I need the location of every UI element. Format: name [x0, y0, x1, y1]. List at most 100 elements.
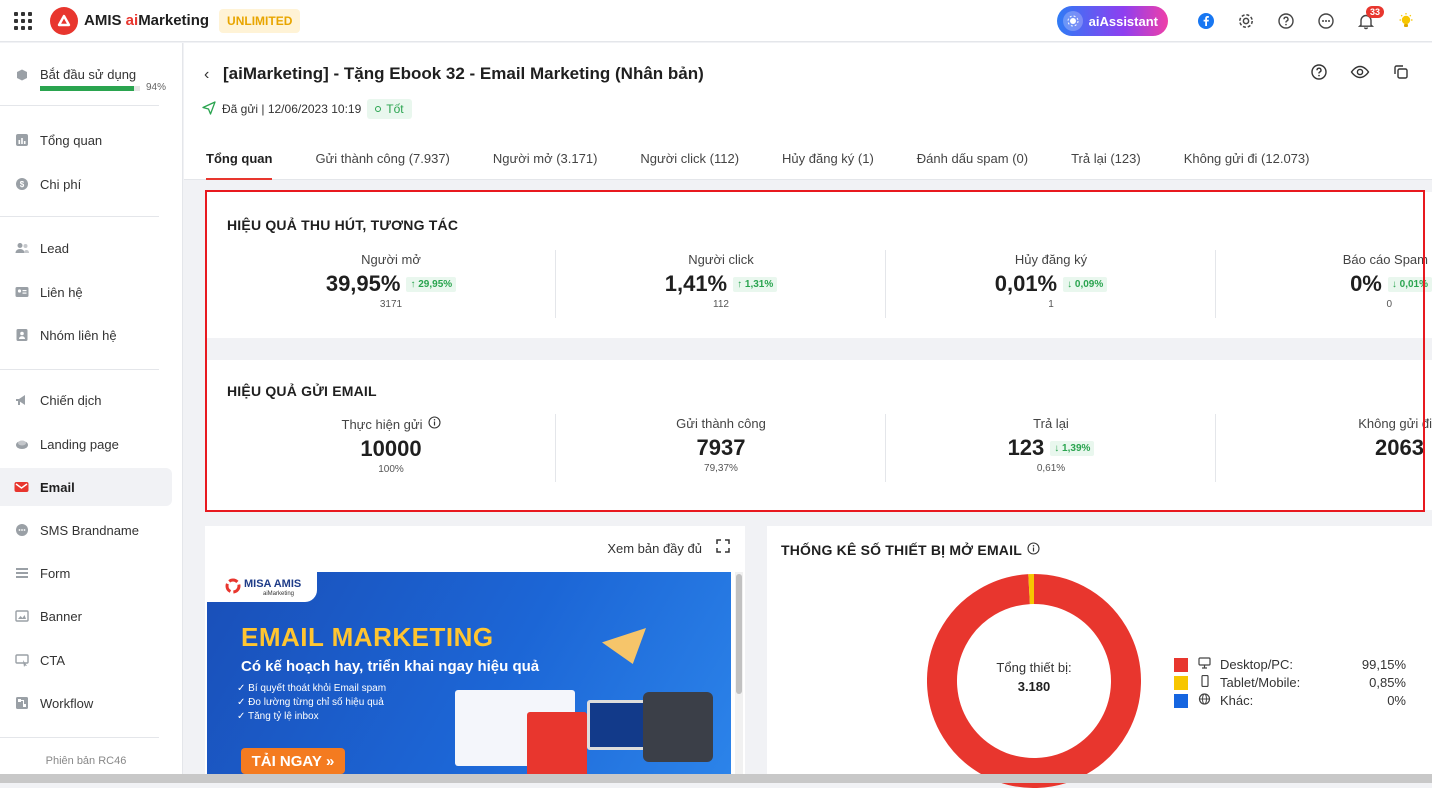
- legend-mobile: Tablet/Mobile: 0,85%: [1174, 675, 1406, 690]
- sidebar-item-email[interactable]: Email: [0, 468, 172, 506]
- help-icon[interactable]: [1310, 63, 1328, 86]
- view-full-link[interactable]: Xem bản đầy đủ: [607, 541, 702, 556]
- sidebar-item-cost[interactable]: $ Chi phí: [0, 165, 172, 203]
- facebook-icon[interactable]: [1186, 0, 1226, 42]
- sms-icon: [14, 523, 29, 538]
- email-icon: [14, 480, 29, 495]
- svg-text:$: $: [19, 180, 24, 189]
- banner-bullet: ✓ Bí quyết thoát khỏi Email spam: [237, 682, 386, 696]
- banner-subheadline: Có kế hoạch hay, triển khai ngay hiệu qu…: [241, 658, 539, 675]
- sidebar-item-landing-page[interactable]: Landing page: [0, 425, 172, 463]
- contact-card-icon: [14, 285, 29, 300]
- sidebar-item-overview[interactable]: Tổng quan: [0, 121, 172, 159]
- amis-logo-icon: [50, 7, 78, 35]
- tab-clicked[interactable]: Người click (112): [640, 137, 739, 180]
- tab-overview[interactable]: Tổng quan: [206, 137, 272, 180]
- form-icon: [14, 566, 29, 581]
- banner-bullet: ✓ Tăng tỷ lệ inbox: [237, 710, 386, 724]
- campaign-header: ‹ [aiMarketing] - Tặng Ebook 32 - Email …: [184, 43, 1432, 180]
- sidebar-item-sms[interactable]: SMS Brandname: [0, 511, 172, 549]
- mobile-icon: [1198, 675, 1214, 690]
- email-preview-card: Xem bản đầy đủ MISA AMIS aiMarketing EMA…: [205, 526, 745, 783]
- legend-value: 99,15%: [1362, 657, 1406, 672]
- legend-desktop: Desktop/PC: 99,15%: [1174, 657, 1406, 672]
- brand-name: MISA AMIS: [244, 578, 301, 590]
- legend-label: Tablet/Mobile:: [1220, 675, 1300, 690]
- idea-bulb-icon[interactable]: [1386, 0, 1426, 42]
- notification-bell-icon[interactable]: 33: [1346, 0, 1386, 42]
- sidebar-item-label: CTA: [40, 653, 65, 668]
- sidebar-item-banner[interactable]: Banner: [0, 597, 172, 635]
- legend-swatch: [1174, 694, 1188, 708]
- ai-assistant-button[interactable]: aiAssistant: [1057, 6, 1168, 36]
- status-badge: Tốt: [367, 99, 411, 119]
- divider: [0, 216, 159, 217]
- progress-percent: 94%: [146, 82, 166, 93]
- sidebar-item-label: SMS Brandname: [40, 523, 139, 538]
- sidebar-item-contact[interactable]: Liên hệ: [0, 273, 172, 311]
- app-logo[interactable]: AMIS aiMarketing: [50, 7, 209, 35]
- send-plane-icon: [202, 101, 216, 118]
- sidebar-item-label: Nhóm liên hệ: [40, 328, 117, 343]
- sidebar: Bắt đầu sử dụng 94% Tổng quan $ Chi phí …: [0, 43, 183, 783]
- sidebar-item-label: Form: [40, 566, 70, 581]
- sidebar-item-label: Landing page: [40, 437, 119, 452]
- banner-bullets: ✓ Bí quyết thoát khỏi Email spam ✓ Đo lư…: [237, 682, 386, 724]
- email-banner-image: MISA AMIS aiMarketing EMAIL MARKETING Có…: [207, 572, 731, 783]
- legend-other: Khác: 0%: [1174, 693, 1406, 708]
- sidebar-item-label: Tổng quan: [40, 133, 102, 148]
- banner-bullet: ✓ Đo lường từng chỉ số hiệu quả: [237, 696, 386, 710]
- preview-toolbar: Xem bản đầy đủ: [607, 539, 730, 558]
- lead-icon: [14, 241, 29, 256]
- sidebar-item-form[interactable]: Form: [0, 554, 172, 592]
- sidebar-item-label: Workflow: [40, 696, 93, 711]
- banner-headline: EMAIL MARKETING: [241, 622, 494, 653]
- paper-plane-illustration: [602, 628, 646, 664]
- page-title: [aiMarketing] - Tặng Ebook 32 - Email Ma…: [223, 64, 704, 84]
- workflow-icon: [14, 696, 29, 711]
- sidebar-item-lead[interactable]: Lead: [0, 229, 172, 267]
- settings-gear-icon[interactable]: [1226, 0, 1266, 42]
- legend-swatch: [1174, 676, 1188, 690]
- legend-label: Khác:: [1220, 693, 1253, 708]
- landing-page-icon: [14, 437, 29, 452]
- sidebar-item-cta[interactable]: CTA: [0, 641, 172, 679]
- help-icon[interactable]: [1266, 0, 1306, 42]
- ebook-illustration: [527, 712, 587, 782]
- sidebar-item-label: Chiến dịch: [40, 393, 101, 408]
- legend-value: 0%: [1387, 693, 1406, 708]
- donut-total-label: Tổng thiết bị:: [996, 660, 1071, 675]
- device-stats-title: THỐNG KÊ SỐ THIẾT BỊ MỞ EMAIL: [781, 542, 1022, 558]
- sidebar-item-label: Email: [40, 480, 75, 495]
- tab-spam[interactable]: Đánh dấu spam (0): [917, 137, 1028, 180]
- back-chevron-icon[interactable]: ‹: [204, 66, 209, 84]
- ai-assistant-icon: [1063, 11, 1083, 31]
- divider: [0, 737, 159, 738]
- brand-sub: aiMarketing: [263, 591, 294, 597]
- chart-icon: [14, 133, 29, 148]
- sidebar-item-contact-group[interactable]: Nhóm liên hệ: [0, 316, 172, 354]
- tab-not-sent[interactable]: Không gửi đi (12.073): [1184, 137, 1310, 180]
- download-now-button[interactable]: TẢI NGAY »: [241, 748, 345, 774]
- fullscreen-icon[interactable]: [716, 539, 730, 558]
- laptop-illustration: [587, 700, 647, 750]
- more-options-icon[interactable]: [1306, 0, 1346, 42]
- progress-fill: [40, 86, 134, 91]
- preview-eye-icon[interactable]: [1350, 63, 1370, 86]
- duplicate-icon[interactable]: [1392, 63, 1410, 86]
- device-illustration: [643, 692, 713, 762]
- sidebar-item-campaign[interactable]: Chiến dịch: [0, 381, 172, 419]
- tab-opened[interactable]: Người mở (3.171): [493, 137, 598, 180]
- window-bottom-edge: [0, 774, 1432, 783]
- cta-icon: [14, 653, 29, 668]
- tab-unsubscribed[interactable]: Hủy đăng ký (1): [782, 137, 874, 180]
- tab-bounced[interactable]: Trả lại (123): [1071, 137, 1141, 180]
- globe-icon: [1198, 693, 1214, 708]
- sent-info: Đã gửi | 12/06/2023 10:19: [222, 102, 361, 116]
- sidebar-item-workflow[interactable]: Workflow: [0, 684, 172, 722]
- info-icon[interactable]: [1027, 542, 1040, 558]
- app-grid-icon[interactable]: [14, 12, 32, 30]
- tab-sent-success[interactable]: Gửi thành công (7.937): [315, 137, 449, 180]
- preview-scrollbar[interactable]: [735, 572, 743, 783]
- header-actions: [1310, 63, 1410, 86]
